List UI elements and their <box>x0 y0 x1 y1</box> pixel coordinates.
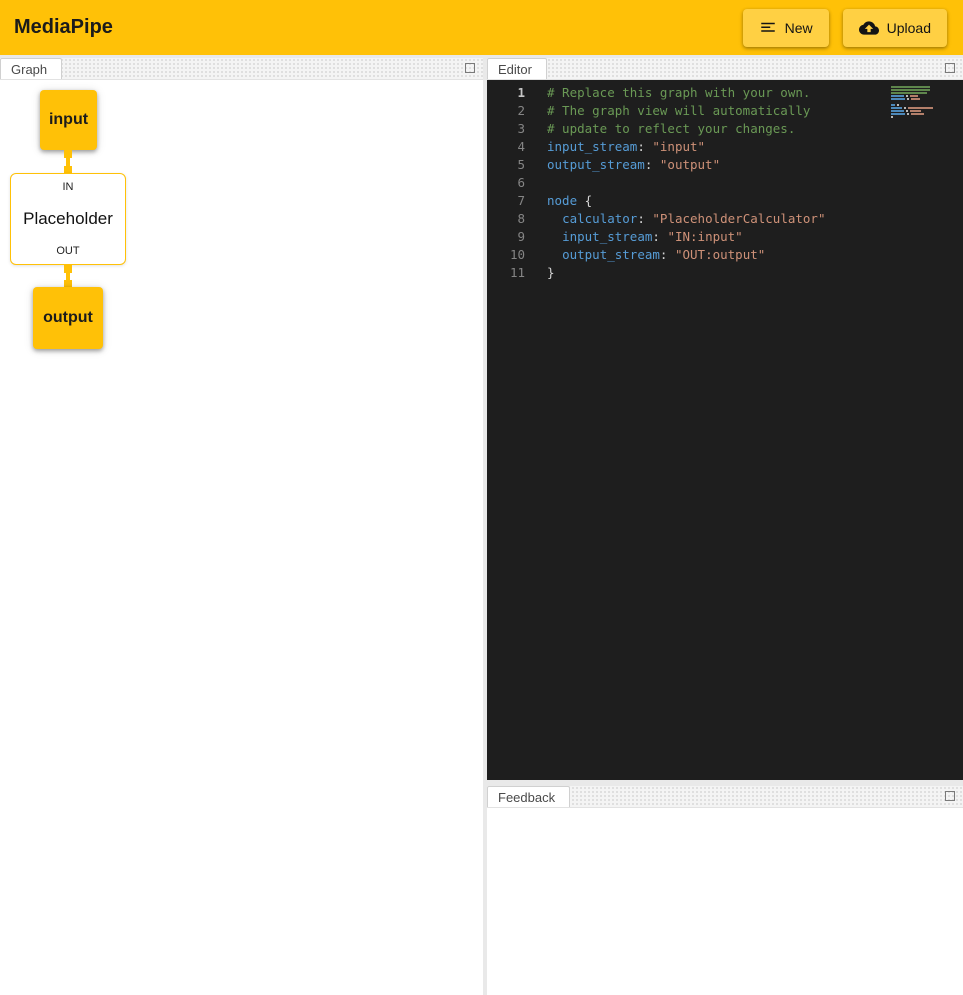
tab-feedback[interactable]: Feedback <box>487 786 570 807</box>
code-line[interactable]: 6 <box>487 174 963 192</box>
editor-panel-header: Editor <box>487 58 963 80</box>
code-line[interactable]: 10 output_stream: "OUT:output" <box>487 246 963 264</box>
tab-graph[interactable]: Graph <box>0 58 62 79</box>
feedback-body <box>487 808 963 995</box>
cloud-upload-icon <box>859 18 879 38</box>
graph-node-output-label: output <box>43 309 93 327</box>
placeholder-node-title: Placeholder <box>23 209 113 229</box>
graph-canvas: input IN Placeholder OUT output <box>0 80 483 995</box>
graph-node-output[interactable]: output <box>33 287 103 349</box>
menu-lines-icon <box>759 19 777 37</box>
app-header: MediaPipe New Upload <box>0 0 963 55</box>
new-button-label: New <box>785 20 813 36</box>
feedback-maximize-icon[interactable] <box>945 791 955 801</box>
editor-maximize-icon[interactable] <box>945 63 955 73</box>
code-line[interactable]: 9 input_stream: "IN:input" <box>487 228 963 246</box>
code-editor[interactable]: 1# Replace this graph with your own.2# T… <box>487 80 963 780</box>
graph-node-input-label: input <box>49 111 88 129</box>
tab-feedback-label: Feedback <box>498 790 555 805</box>
upload-button[interactable]: Upload <box>843 9 947 47</box>
tab-editor[interactable]: Editor <box>487 58 547 79</box>
code-line[interactable]: 4input_stream: "input" <box>487 138 963 156</box>
graph-node-input[interactable]: input <box>40 90 97 150</box>
graph-maximize-icon[interactable] <box>465 63 475 73</box>
code-line[interactable]: 3# update to reflect your changes. <box>487 120 963 138</box>
graph-edge-input-placeholder <box>66 151 70 173</box>
code-line[interactable]: 8 calculator: "PlaceholderCalculator" <box>487 210 963 228</box>
graph-node-placeholder[interactable]: IN Placeholder OUT <box>10 173 126 265</box>
code-line[interactable]: 11} <box>487 264 963 282</box>
placeholder-out-port-label: OUT <box>56 245 79 257</box>
graph-panel-header: Graph <box>0 58 483 80</box>
graph-edge-placeholder-output <box>66 266 70 287</box>
editor-panel: Editor 1# Replace this graph with your o… <box>487 58 963 780</box>
new-button[interactable]: New <box>743 9 829 47</box>
feedback-panel-header: Feedback <box>487 786 963 808</box>
graph-panel: Graph input IN Placeholder OUT output <box>0 58 483 995</box>
tab-editor-label: Editor <box>498 62 532 77</box>
app-title: MediaPipe <box>14 16 113 39</box>
feedback-panel: Feedback <box>487 786 963 995</box>
placeholder-in-port-label: IN <box>63 181 74 193</box>
code-line[interactable]: 7node { <box>487 192 963 210</box>
code-line[interactable]: 5output_stream: "output" <box>487 156 963 174</box>
upload-button-label: Upload <box>887 20 931 36</box>
tab-graph-label: Graph <box>11 62 47 77</box>
header-actions: New Upload <box>743 9 949 47</box>
editor-minimap[interactable] <box>891 86 947 118</box>
